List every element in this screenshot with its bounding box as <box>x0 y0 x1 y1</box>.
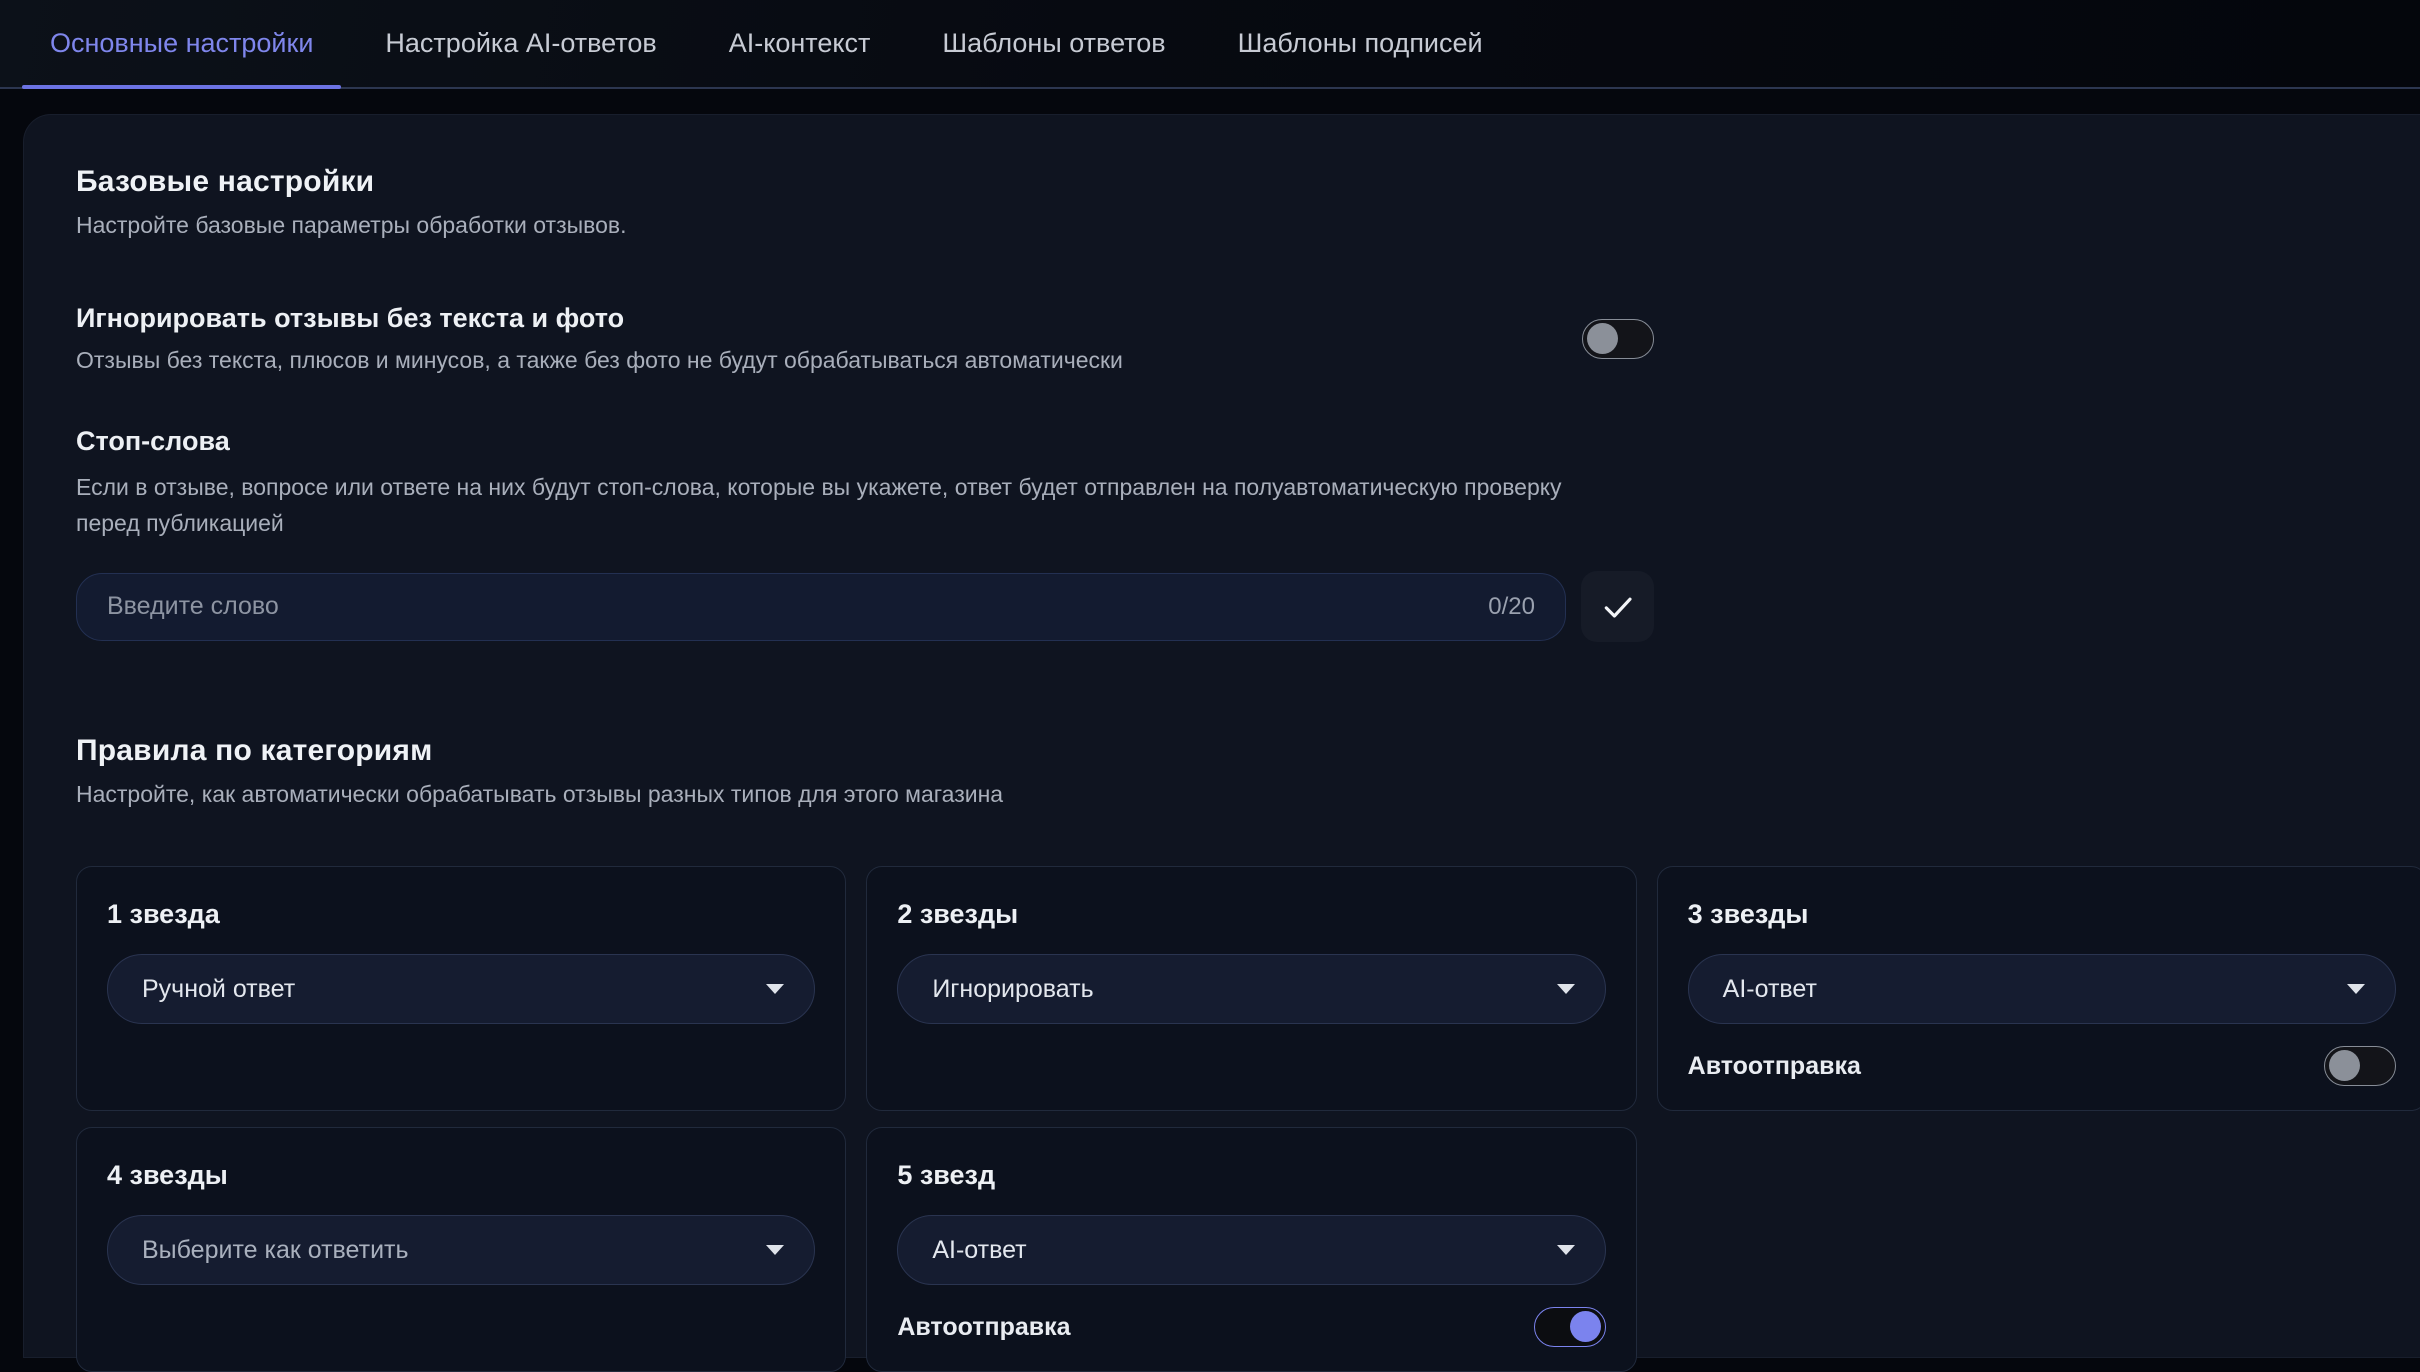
tab-answer-templates[interactable]: Шаблоны ответов <box>914 0 1193 87</box>
char-counter: 0/20 <box>1488 593 1535 621</box>
chevron-down-icon <box>1557 984 1575 994</box>
category-rules-title: Правила по категориям <box>76 734 2420 768</box>
basic-settings-section: Базовые настройки Настройте базовые пара… <box>76 165 1654 642</box>
card-title: 2 звезды <box>897 899 1605 930</box>
settings-tabbar: Основные настройки Настройка AI-ответов … <box>0 0 2420 89</box>
ignore-reviews-label: Игнорировать отзывы без текста и фото <box>76 303 1123 334</box>
active-tab-indicator <box>22 85 341 89</box>
category-rules-section: Правила по категориям Настройте, как авт… <box>76 734 2420 1372</box>
rating-card-1-star: 1 звезда Ручной ответ <box>76 866 846 1111</box>
response-mode-dropdown-1-star[interactable]: Ручной ответ <box>107 954 815 1024</box>
stop-word-input[interactable] <box>107 592 1468 621</box>
ignore-reviews-row: Игнорировать отзывы без текста и фото От… <box>76 303 1654 374</box>
tab-label: Шаблоны подписей <box>1238 28 1483 59</box>
rating-card-4-stars: 4 звезды Выберите как ответить <box>76 1127 846 1372</box>
autosend-row: Автоотправка <box>1688 1046 2396 1086</box>
autosend-label: Автоотправка <box>1688 1052 1861 1081</box>
tab-signature-templates[interactable]: Шаблоны подписей <box>1210 0 1511 87</box>
basic-settings-subtitle: Настройте базовые параметры обработки от… <box>76 212 1654 239</box>
response-mode-dropdown-3-stars[interactable]: AI-ответ <box>1688 954 2396 1024</box>
toggle-knob <box>2329 1050 2360 1081</box>
dropdown-value: AI-ответ <box>932 1236 1026 1265</box>
dropdown-placeholder: Выберите как ответить <box>142 1236 409 1265</box>
check-icon <box>1600 589 1636 625</box>
toggle-knob <box>1587 323 1618 354</box>
autosend-toggle-5-stars[interactable] <box>1534 1307 1606 1347</box>
tab-ai-context[interactable]: AI-контекст <box>701 0 899 87</box>
stop-words-description: Если в отзыве, вопросе или ответе на них… <box>76 470 1606 541</box>
tab-ai-answers-settings[interactable]: Настройка AI-ответов <box>357 0 684 87</box>
basic-settings-title: Базовые настройки <box>76 165 1654 199</box>
autosend-row: Автоотправка <box>897 1307 1605 1347</box>
ignore-reviews-texts: Игнорировать отзывы без текста и фото От… <box>76 303 1123 374</box>
autosend-label: Автоотправка <box>897 1313 1070 1342</box>
card-title: 3 звезды <box>1688 899 2396 930</box>
stop-word-field[interactable]: 0/20 <box>76 573 1566 641</box>
rating-card-3-stars: 3 звезды AI-ответ Автоотправка <box>1657 866 2420 1111</box>
card-title: 1 звезда <box>107 899 815 930</box>
toggle-knob <box>1570 1311 1601 1342</box>
tab-label: Основные настройки <box>50 28 313 59</box>
card-title: 4 звезды <box>107 1160 815 1191</box>
tab-label: Настройка AI-ответов <box>385 28 656 59</box>
stop-words-input-row: 0/20 <box>76 571 1654 642</box>
ignore-reviews-description: Отзывы без текста, плюсов и минусов, а т… <box>76 347 1123 374</box>
chevron-down-icon <box>766 984 784 994</box>
tab-basic-settings[interactable]: Основные настройки <box>22 0 341 87</box>
ignore-reviews-toggle[interactable] <box>1582 319 1654 359</box>
rating-card-5-stars: 5 звезд AI-ответ Автоотправка <box>866 1127 1636 1372</box>
stop-words-block: Стоп-слова Если в отзыве, вопросе или от… <box>76 426 1654 642</box>
tab-label: Шаблоны ответов <box>942 28 1165 59</box>
add-stop-word-button[interactable] <box>1581 571 1654 642</box>
rating-card-2-stars: 2 звезды Игнорировать <box>866 866 1636 1111</box>
settings-panel: Базовые настройки Настройте базовые пара… <box>23 114 2420 1358</box>
chevron-down-icon <box>1557 1245 1575 1255</box>
response-mode-dropdown-5-stars[interactable]: AI-ответ <box>897 1215 1605 1285</box>
chevron-down-icon <box>766 1245 784 1255</box>
card-title: 5 звезд <box>897 1160 1605 1191</box>
stop-words-label: Стоп-слова <box>76 426 1654 457</box>
rating-cards-grid: 1 звезда Ручной ответ 2 звезды Игнориров… <box>76 866 2420 1372</box>
response-mode-dropdown-4-stars[interactable]: Выберите как ответить <box>107 1215 815 1285</box>
category-rules-subtitle: Настройте, как автоматически обрабатыват… <box>76 781 2420 808</box>
autosend-toggle-3-stars[interactable] <box>2324 1046 2396 1086</box>
dropdown-value: Игнорировать <box>932 975 1093 1004</box>
chevron-down-icon <box>2347 984 2365 994</box>
tab-label: AI-контекст <box>729 28 871 59</box>
dropdown-value: Ручной ответ <box>142 975 295 1004</box>
dropdown-value: AI-ответ <box>1723 975 1817 1004</box>
response-mode-dropdown-2-stars[interactable]: Игнорировать <box>897 954 1605 1024</box>
